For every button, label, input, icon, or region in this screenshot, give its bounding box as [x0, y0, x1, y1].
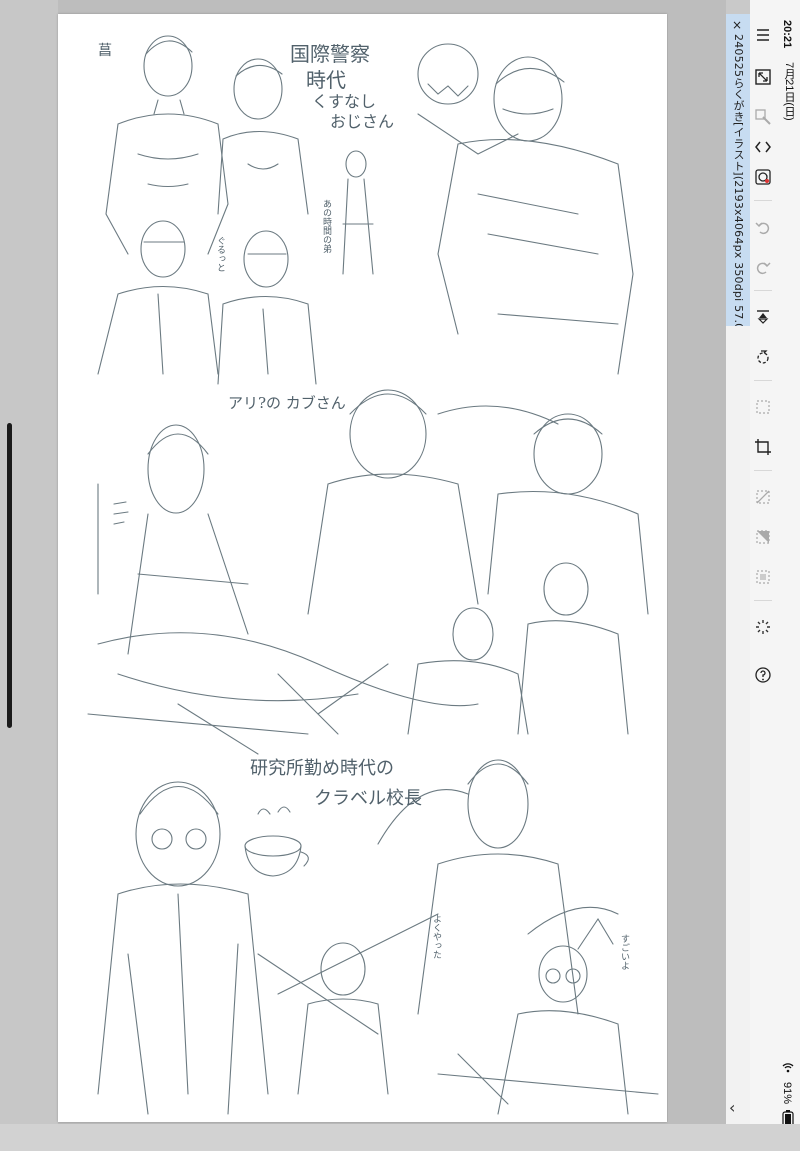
document-title: 240525らくがき[イラスト](2193x4064px 350dpi 57.0…	[732, 34, 745, 346]
sketch-artwork	[87, 35, 659, 1115]
document-tab[interactable]: × 240525らくがき[イラスト](2193x4064px 350dpi 57…	[726, 14, 750, 346]
left-gutter	[0, 0, 58, 1151]
code-toggle-icon[interactable]	[750, 134, 776, 160]
menu-icon[interactable]	[750, 22, 776, 48]
transform-icon[interactable]	[750, 104, 776, 130]
status-battery: 91%	[781, 1082, 793, 1105]
fill-selection-icon[interactable]	[750, 524, 776, 550]
close-document-button[interactable]: ×	[732, 18, 742, 32]
clear-selection-icon[interactable]	[750, 394, 776, 420]
canvas-side-note-4: すごいよ	[619, 934, 629, 970]
fit-view-icon[interactable]	[750, 64, 776, 90]
select-all-icon[interactable]	[750, 564, 776, 590]
status-bar: 20:21 7月21日(日) 91% «	[776, 0, 800, 1151]
command-bar	[750, 0, 776, 1124]
rotate-icon[interactable]	[750, 344, 776, 370]
canvas-side-note-1: あの時間の弟	[321, 199, 331, 253]
help-icon[interactable]	[750, 662, 776, 688]
canvas-scroll-handle[interactable]	[7, 423, 12, 728]
bottom-band	[0, 1124, 800, 1151]
canvas-mid-note: アリ?の カブさん	[228, 394, 346, 412]
layer-property-icon[interactable]	[750, 164, 776, 190]
canvas-side-note-2: ぐるっと	[215, 236, 225, 272]
wifi-icon	[782, 1063, 794, 1073]
status-time: 20:21	[781, 20, 793, 49]
redo-icon[interactable]	[750, 254, 776, 280]
status-date: 7月21日(日)	[783, 62, 795, 121]
canvas-area[interactable]: 菖 国際警察 時代 くすなし おじさん アリ?の カブさん 研究所勤め時代の ク…	[58, 0, 726, 1124]
canvas-side-note-3: よくやった	[431, 914, 441, 959]
canvas-right-rail	[668, 14, 726, 1122]
canvas-tag-text: 菖	[98, 43, 112, 59]
deselect-icon[interactable]	[750, 484, 776, 510]
panel-background	[726, 326, 750, 1124]
flip-icon[interactable]	[750, 304, 776, 330]
drawing-canvas[interactable]: 菖 国際警察 時代 くすなし おじさん アリ?の カブさん 研究所勤め時代の ク…	[58, 14, 667, 1122]
canvas-bottom-heading-1: 研究所勤め時代の	[250, 758, 394, 779]
canvas-heading-4: おじさん	[330, 112, 395, 131]
collapse-panel-button[interactable]: ‹	[729, 1098, 735, 1117]
loading-icon[interactable]	[750, 614, 776, 640]
canvas-bottom-heading-2: クラベル校長	[314, 788, 422, 809]
undo-icon[interactable]	[750, 214, 776, 240]
canvas-heading-1: 国際警察	[290, 42, 370, 66]
crop-icon[interactable]	[750, 434, 776, 460]
